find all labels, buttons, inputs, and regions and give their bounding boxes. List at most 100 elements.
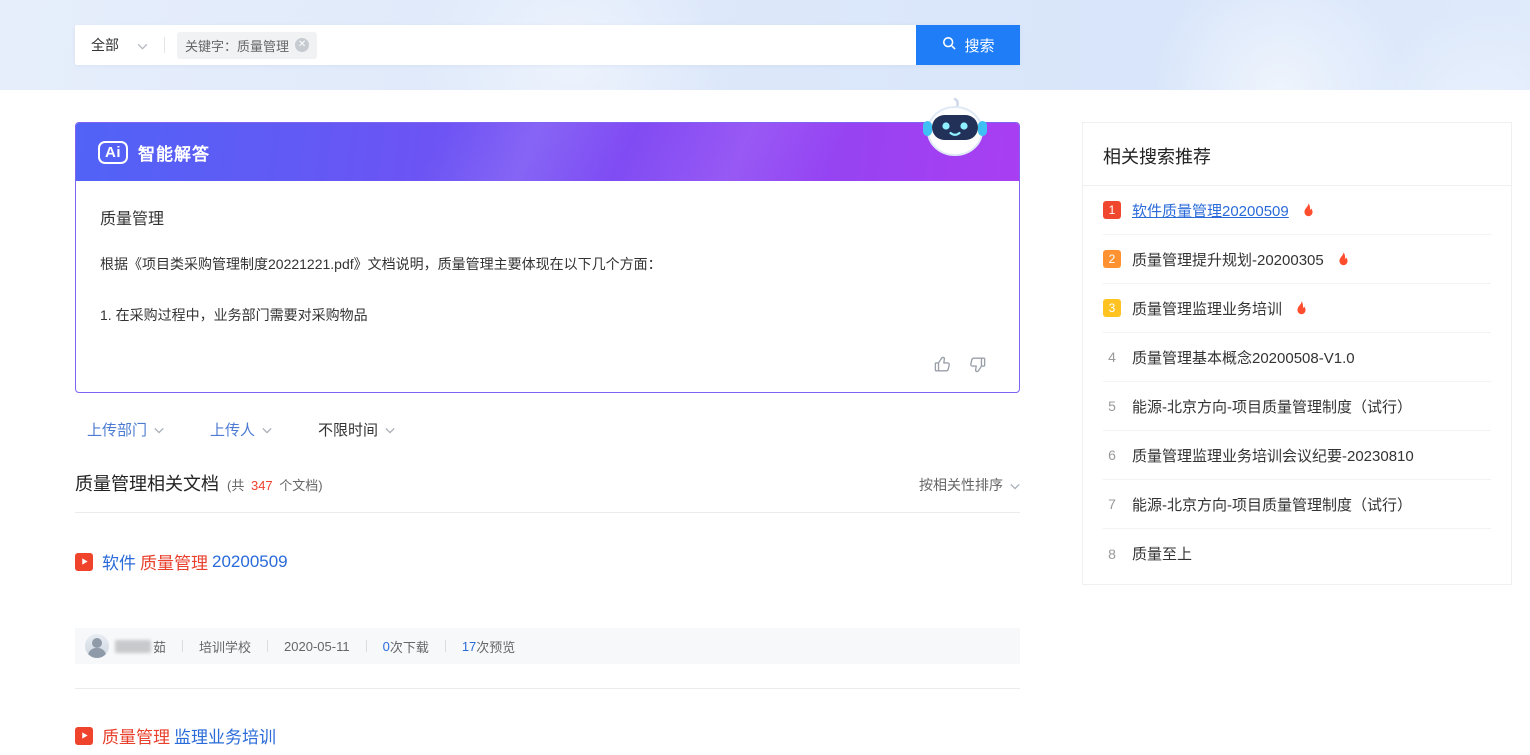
- avatar: [85, 634, 109, 658]
- rank-number: 6: [1103, 446, 1121, 464]
- ai-card-title: 智能解答: [138, 140, 210, 165]
- upload-date: 2020-05-11: [284, 639, 350, 654]
- related-search-item[interactable]: 6 质量管理监理业务培训会议纪要-20230810: [1103, 431, 1491, 480]
- ai-answer-card: Ai 智能解答 质量管理 根据《项目类采购管理制度20221221.pdf》文档…: [75, 122, 1020, 393]
- search-box: 全部 关键字：质量管理 ✕ 搜索: [75, 25, 1020, 65]
- related-search-item[interactable]: 4 质量管理基本概念20200508-V1.0: [1103, 333, 1491, 382]
- filter-upload-department[interactable]: 上传部门: [87, 419, 164, 440]
- result-title-highlight: 质量管理: [140, 549, 208, 574]
- divider: [182, 640, 183, 652]
- rank-number: 8: [1103, 545, 1121, 563]
- divider: [267, 640, 268, 652]
- related-search-item[interactable]: 8 质量至上: [1103, 529, 1491, 578]
- chevron-down-icon: [137, 37, 148, 53]
- results-title: 质量管理相关文档: [75, 470, 219, 496]
- count-prefix: (共: [227, 478, 244, 493]
- related-search-item[interactable]: 5 能源-北京方向-项目质量管理制度（试行）: [1103, 382, 1491, 431]
- result-meta-bar: 茹 培训学校 2020-05-11 0 次下载 17 次预览: [75, 628, 1020, 664]
- related-search-text: 质量管理基本概念20200508-V1.0: [1132, 347, 1355, 368]
- result-title-text: 20200509: [212, 552, 288, 572]
- decor-blob: [1150, 0, 1410, 90]
- filter-row: 上传部门 上传人 不限时间: [75, 419, 1020, 440]
- related-search-text: 质量管理提升规划-20200305: [1132, 249, 1324, 270]
- download-label: 次下载: [390, 637, 429, 656]
- document-type-icon: [75, 553, 93, 571]
- ai-card-body: 质量管理 根据《项目类采购管理制度20221221.pdf》文档说明，质量管理主…: [76, 181, 1019, 392]
- count-suffix: 个文档): [279, 478, 322, 493]
- filter-label: 不限时间: [318, 419, 378, 440]
- hot-flame-icon: [1302, 203, 1315, 218]
- hot-flame-icon: [1295, 301, 1308, 316]
- rank-number: 5: [1103, 397, 1121, 415]
- sort-dropdown[interactable]: 按相关性排序: [919, 475, 1020, 495]
- author-name-blurred: [115, 640, 151, 653]
- download-count: 0: [383, 639, 390, 654]
- chevron-down-icon: [154, 421, 164, 438]
- related-search-link: 软件质量管理20200509: [1132, 200, 1289, 221]
- search-category-dropdown[interactable]: 全部: [75, 25, 164, 65]
- ai-card-header: Ai 智能解答: [76, 123, 1019, 181]
- related-search-item[interactable]: 7 能源-北京方向-项目质量管理制度（试行）: [1103, 480, 1491, 529]
- top-search-bar: 全部 关键字：质量管理 ✕ 搜索: [0, 0, 1530, 90]
- related-search-text: 质量管理监理业务培训: [1132, 298, 1282, 319]
- related-search-item[interactable]: 1 软件质量管理20200509: [1103, 186, 1491, 235]
- author-name: 茹: [153, 637, 166, 656]
- filter-label: 上传人: [210, 419, 255, 440]
- filter-uploader[interactable]: 上传人: [210, 419, 272, 440]
- related-search-title: 相关搜索推荐: [1083, 123, 1511, 186]
- result-title-text: 监理业务培训: [174, 723, 276, 748]
- search-input[interactable]: [317, 25, 916, 65]
- ai-query-text: 质量管理: [100, 205, 995, 229]
- search-category-label: 全部: [91, 35, 119, 55]
- robot-mascot-icon: [917, 93, 993, 166]
- result-title-text: 软件: [102, 549, 136, 574]
- filter-label: 上传部门: [87, 419, 147, 440]
- tag-close-icon[interactable]: ✕: [295, 38, 309, 52]
- rank-badge: 2: [1103, 250, 1121, 268]
- view-count: 17: [462, 639, 476, 654]
- results-header: 质量管理相关文档 (共 347 个文档) 按相关性排序: [75, 470, 1020, 513]
- related-search-text: 能源-北京方向-项目质量管理制度（试行）: [1132, 396, 1412, 417]
- ai-answer-paragraph: 1. 在采购过程中，业务部门需要对采购物品: [100, 304, 995, 327]
- count-number: 347: [251, 478, 273, 493]
- chevron-down-icon: [385, 421, 395, 438]
- ai-logo-icon: Ai: [98, 141, 128, 164]
- result-title-highlight: 质量管理: [102, 723, 170, 748]
- result-item-title[interactable]: 质量管理 监理业务培训: [75, 723, 1020, 748]
- keyword-tag-label: 关键字：质量管理: [185, 36, 289, 55]
- result-item-title[interactable]: 软件 质量管理 20200509: [75, 549, 1020, 574]
- search-icon: [941, 35, 957, 55]
- divider: [366, 640, 367, 652]
- rank-number: 7: [1103, 495, 1121, 513]
- search-button[interactable]: 搜索: [916, 25, 1020, 65]
- rank-badge: 1: [1103, 201, 1121, 219]
- thumbs-down-icon[interactable]: [968, 355, 987, 374]
- related-search-item[interactable]: 3 质量管理监理业务培训: [1103, 284, 1491, 333]
- divider: [445, 640, 446, 652]
- rank-badge: 3: [1103, 299, 1121, 317]
- related-search-text: 能源-北京方向-项目质量管理制度（试行）: [1132, 494, 1412, 515]
- divider: [75, 688, 1020, 689]
- ai-answer-paragraph: 根据《项目类采购管理制度20221221.pdf》文档说明，质量管理主要体现在以…: [100, 253, 995, 276]
- hot-flame-icon: [1337, 252, 1350, 267]
- chevron-down-icon: [262, 421, 272, 438]
- view-label: 次预览: [476, 637, 515, 656]
- ai-feedback-row: [100, 355, 995, 380]
- filter-time-range[interactable]: 不限时间: [318, 419, 395, 440]
- decor-blob: [1370, 10, 1530, 90]
- related-search-text: 质量管理监理业务培训会议纪要-20230810: [1132, 445, 1414, 466]
- rank-number: 4: [1103, 348, 1121, 366]
- chevron-down-icon: [1010, 477, 1020, 493]
- keyword-tag: 关键字：质量管理 ✕: [177, 32, 317, 59]
- results-count: (共 347 个文档): [227, 475, 323, 494]
- thumbs-up-icon[interactable]: [933, 355, 952, 374]
- sort-label: 按相关性排序: [919, 475, 1003, 495]
- main-column: Ai 智能解答 质量管理 根据《项目类采购管理制度20221221.pdf》文档…: [75, 122, 1020, 748]
- related-search-item[interactable]: 2 质量管理提升规划-20200305: [1103, 235, 1491, 284]
- document-type-icon: [75, 727, 93, 745]
- related-search-panel: 相关搜索推荐 1 软件质量管理20200509 2 质量管理提升规划-20200…: [1082, 122, 1512, 585]
- author-org: 培训学校: [199, 637, 251, 656]
- search-button-label: 搜索: [964, 35, 994, 56]
- related-search-text: 质量至上: [1132, 543, 1192, 564]
- search-input-zone: 关键字：质量管理 ✕: [165, 25, 916, 65]
